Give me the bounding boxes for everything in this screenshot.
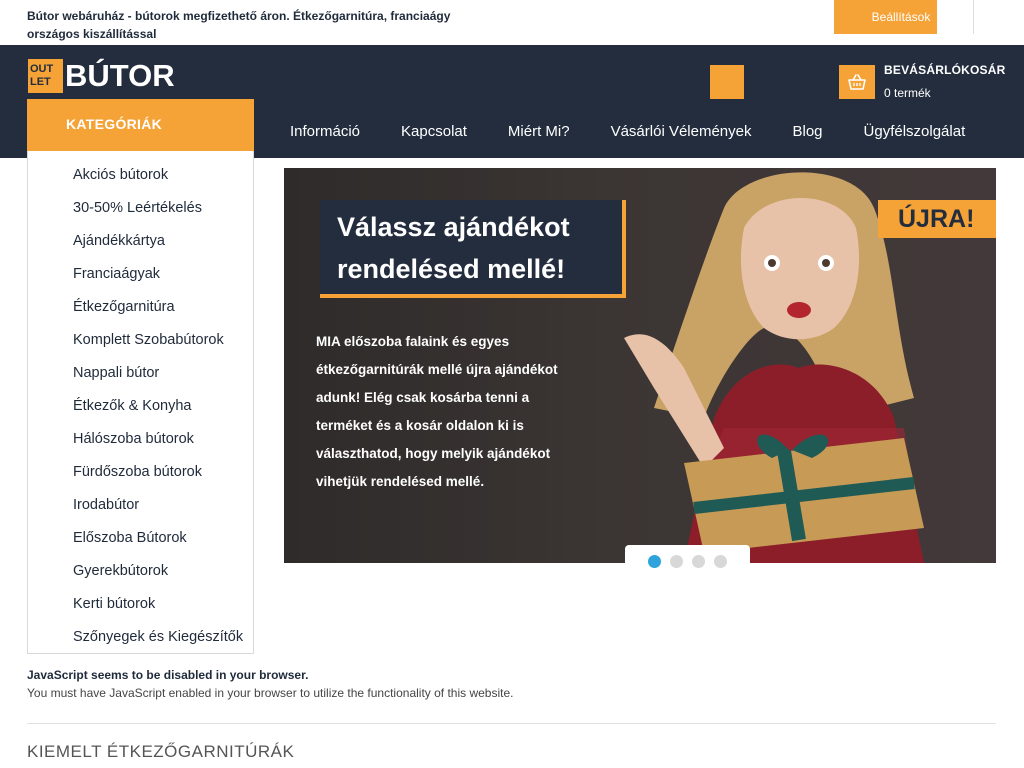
category-sidebar: Akciós bútorok 30-50% Leértékelés Ajándé… — [27, 151, 254, 654]
header: OUT LET BÚTOR BEVÁSÁRLÓKOSÁR 0 termék KA… — [0, 45, 1024, 158]
slider-dot-2[interactable] — [670, 555, 683, 568]
banner-headline-line1: Válassz ajándékot — [337, 212, 570, 242]
logo-badge-line1: OUT — [30, 63, 54, 75]
nav-item-kapcsolat[interactable]: Kapcsolat — [401, 123, 467, 140]
logo-badge: OUT LET — [28, 59, 63, 93]
noscript-message: You must have JavaScript enabled in your… — [27, 686, 514, 700]
category-item[interactable]: Fürdőszoba bútorok — [28, 462, 253, 495]
banner-tag: ÚJRA! — [878, 200, 996, 238]
shopping-basket-icon — [848, 74, 866, 90]
category-item[interactable]: Irodabútor — [28, 495, 253, 528]
top-divider — [973, 0, 974, 34]
category-item[interactable]: Étkezők & Konyha — [28, 396, 253, 429]
main-nav: Információ Kapcsolat Miért Mi? Vásárlói … — [290, 123, 965, 140]
category-item[interactable]: Nappali bútor — [28, 363, 253, 396]
banner-headline-line2: rendelésed mellé! — [337, 254, 566, 284]
category-item[interactable]: Komplett Szobabútorok — [28, 330, 253, 363]
slider-dot-1[interactable] — [648, 555, 661, 568]
nav-item-informacio[interactable]: Információ — [290, 123, 360, 140]
category-item[interactable]: Előszoba Bútorok — [28, 528, 253, 561]
nav-item-vasarloi-velemenyek[interactable]: Vásárlói Vélemények — [611, 123, 752, 140]
top-bar: Bútor webáruház - bútorok megfizethető á… — [0, 0, 1024, 45]
cart-button[interactable] — [839, 65, 875, 99]
section-title: KIEMELT ÉTKEZŐGARNITÚRÁK — [27, 742, 295, 761]
category-item[interactable]: Franciaágyak — [28, 264, 253, 297]
logo-badge-line2: LET — [30, 76, 51, 88]
nav-item-blog[interactable]: Blog — [792, 123, 822, 140]
nav-item-ugyfelszolgalat[interactable]: Ügyfélszolgálat — [864, 123, 966, 140]
noscript-title: JavaScript seems to be disabled in your … — [27, 668, 309, 682]
nav-item-miert-mi[interactable]: Miért Mi? — [508, 123, 570, 140]
cart-count: 0 termék — [884, 86, 931, 100]
category-item[interactable]: 30-50% Leértékelés — [28, 198, 253, 231]
cart-title[interactable]: BEVÁSÁRLÓKOSÁR — [884, 63, 1005, 77]
category-item[interactable]: Kerti bútorok — [28, 594, 253, 627]
category-item[interactable]: Gyerekbútorok — [28, 561, 253, 594]
categories-header[interactable]: KATEGÓRIÁK — [27, 99, 254, 151]
slider-dot-4[interactable] — [714, 555, 727, 568]
promo-banner[interactable]: Válassz ajándékot rendelésed mellé! ÚJRA… — [284, 168, 996, 563]
search-button[interactable] — [710, 65, 744, 99]
banner-description: MIA előszoba falaink és egyes étkezőgarn… — [316, 334, 558, 489]
banner-headline: Válassz ajándékot rendelésed mellé! — [320, 200, 626, 298]
category-item[interactable]: Hálószoba bútorok — [28, 429, 253, 462]
settings-button[interactable]: Beállítások — [834, 0, 937, 34]
site-logo[interactable]: OUT LET BÚTOR — [28, 59, 175, 93]
category-item[interactable]: Szőnyegek és Kiegészítők — [28, 627, 253, 660]
category-item[interactable]: Akciós bútorok — [28, 165, 253, 198]
site-tagline: Bútor webáruház - bútorok megfizethető á… — [27, 9, 451, 41]
slider-pagination — [625, 545, 750, 577]
slider-dot-3[interactable] — [692, 555, 705, 568]
section-divider — [27, 723, 996, 724]
category-item[interactable]: Ajándékkártya — [28, 231, 253, 264]
category-item[interactable]: Étkezőgarnitúra — [28, 297, 253, 330]
logo-text: BÚTOR — [65, 58, 175, 93]
